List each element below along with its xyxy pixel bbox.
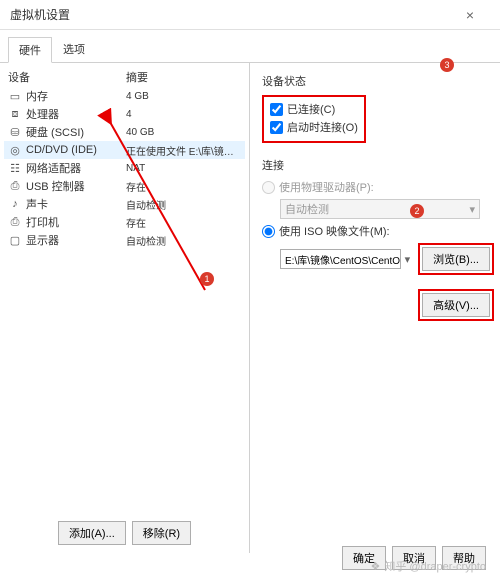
sound-icon: ♪ [8,197,22,211]
device-summary: 40 GB [126,127,241,138]
tab-options[interactable]: 选项 [52,36,96,62]
connected-checkbox[interactable]: 已连接(C) [270,101,358,117]
disk-icon: ⛁ [8,125,22,139]
chevron-down-icon[interactable]: ▾ [401,253,415,266]
display-icon: ▢ [8,233,22,247]
device-summary: 自动检测 [126,197,241,212]
device-summary: 4 [126,109,241,120]
iso-radio[interactable] [262,225,275,238]
hardware-row-display[interactable]: ▢ 显示器自动检测 [4,231,245,249]
hardware-list: ▭ 内存4 GB ⧈ 处理器4 ⛁ 硬盘 (SCSI)40 GB ◎ CD/DVD (IDE)… [4,87,245,513]
cd-icon: ◎ [8,143,22,157]
add-button[interactable]: 添加(A)... [58,521,126,545]
device-name: 硬盘 (SCSI) [26,124,126,140]
cancel-button[interactable]: 取消 [392,546,436,570]
status-highlight: 已连接(C) 启动时连接(O) [262,95,366,143]
hardware-header: 设备 摘要 [4,63,245,87]
connected-check[interactable] [270,103,283,116]
connect-start-label: 启动时连接(O) [287,119,358,135]
device-name: 打印机 [26,214,126,230]
advanced-highlight: 高级(V)... [418,289,494,321]
physical-radio [262,181,275,194]
hardware-row-memory[interactable]: ▭ 内存4 GB [4,87,245,105]
hardware-row-net[interactable]: ☷ 网络适配器NAT [4,159,245,177]
dialog-buttons: 确定 取消 帮助 [328,536,500,580]
details-panel: 设备状态 已连接(C) 启动时连接(O) 连接 使用物理驱动器(P): 自动检测… [250,63,500,553]
device-name: USB 控制器 [26,178,126,194]
close-icon[interactable]: × [450,7,490,23]
device-name: CD/DVD (IDE) [26,144,126,156]
remove-button[interactable]: 移除(R) [132,521,191,545]
iso-path-input[interactable]: E:\库\镜像\CentOS\CentOS-7- [280,249,401,269]
window-title: 虚拟机设置 [10,6,450,23]
ok-button[interactable]: 确定 [342,546,386,570]
device-summary: 存在 [126,179,241,194]
advanced-button[interactable]: 高级(V)... [422,293,490,317]
col-summary: 摘要 [126,69,148,85]
device-name: 显示器 [26,232,126,248]
iso-label: 使用 ISO 映像文件(M): [279,223,390,239]
hardware-row-cd[interactable]: ◎ CD/DVD (IDE)正在使用文件 E:\库\镜像\Cent... [4,141,245,159]
iso-radio-row[interactable]: 使用 ISO 映像文件(M): [262,223,494,239]
device-name: 声卡 [26,196,126,212]
physical-drive-select: 自动检测 ▾ [280,199,480,219]
printer-icon: ⎙ [8,215,22,229]
device-name: 网络适配器 [26,160,126,176]
device-summary: 存在 [126,215,241,230]
physical-label: 使用物理驱动器(P): [279,179,374,195]
hardware-row-disk[interactable]: ⛁ 硬盘 (SCSI)40 GB [4,123,245,141]
titlebar: 虚拟机设置 × [0,0,500,30]
device-summary: 正在使用文件 E:\库\镜像\Cent... [126,143,241,158]
device-name: 内存 [26,88,126,104]
device-summary: 自动检测 [126,233,241,248]
hardware-row-printer[interactable]: ⎙ 打印机存在 [4,213,245,231]
connect-start-check[interactable] [270,121,283,134]
browse-button[interactable]: 浏览(B)... [422,247,490,271]
col-device: 设备 [8,69,126,85]
tab-strip: 硬件 选项 [0,30,500,63]
device-summary: NAT [126,163,241,174]
chevron-down-icon: ▾ [469,203,475,216]
device-summary: 4 GB [126,91,241,102]
cpu-icon: ⧈ [8,107,22,121]
hardware-row-sound[interactable]: ♪ 声卡自动检测 [4,195,245,213]
connection-title: 连接 [262,157,494,173]
connected-label: 已连接(C) [287,101,335,117]
memory-icon: ▭ [8,89,22,103]
tab-hardware[interactable]: 硬件 [8,37,52,63]
net-icon: ☷ [8,161,22,175]
connect-start-checkbox[interactable]: 启动时连接(O) [270,119,358,135]
hardware-list-panel: 设备 摘要 ▭ 内存4 GB ⧈ 处理器4 ⛁ 硬盘 (SCSI)40 GB ◎ CD/DVD… [0,63,250,553]
browse-highlight: 浏览(B)... [418,243,494,275]
status-title: 设备状态 [262,73,494,89]
hardware-row-cpu[interactable]: ⧈ 处理器4 [4,105,245,123]
hardware-row-usb[interactable]: ⎙ USB 控制器存在 [4,177,245,195]
auto-detect-label: 自动检测 [285,201,329,217]
physical-drive-radio[interactable]: 使用物理驱动器(P): [262,179,494,195]
help-button[interactable]: 帮助 [442,546,486,570]
usb-icon: ⎙ [8,179,22,193]
device-name: 处理器 [26,106,126,122]
